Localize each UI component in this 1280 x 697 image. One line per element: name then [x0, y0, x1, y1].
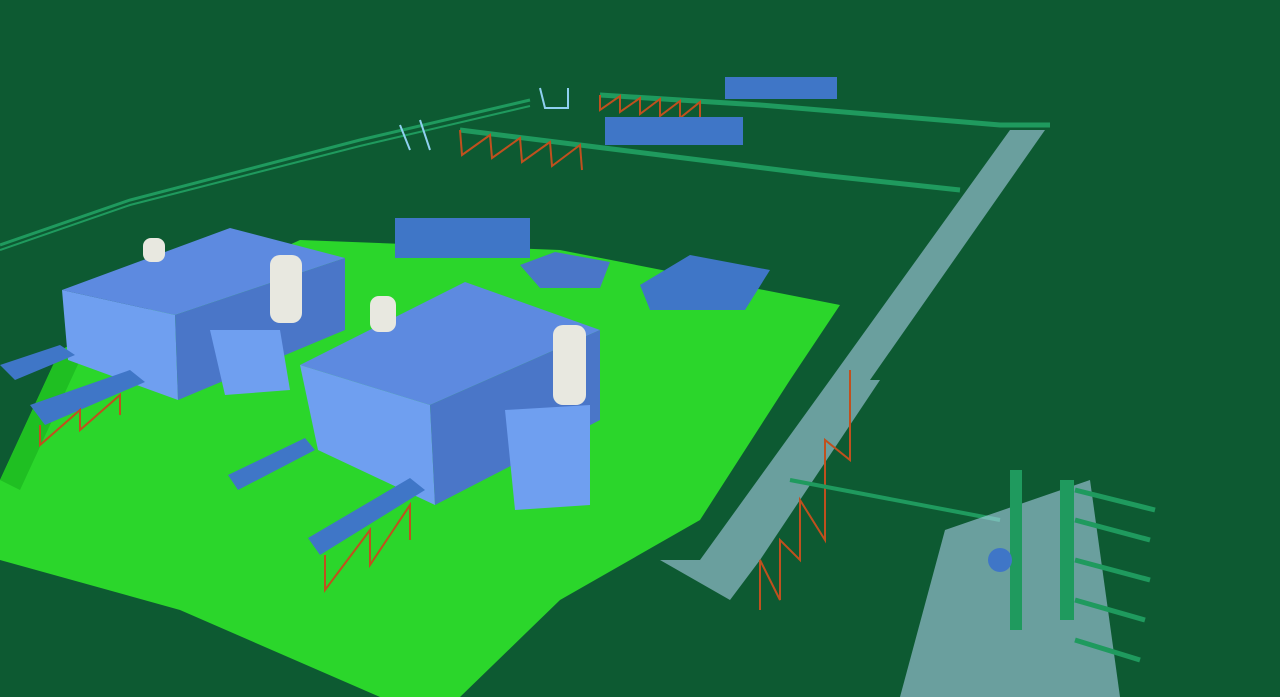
process-unit: [900, 470, 1156, 697]
model-viewport[interactable]: [0, 0, 1280, 697]
cooler-bank: [605, 117, 743, 145]
back-rack-lower: [459, 117, 961, 193]
cooler-bank: [725, 77, 837, 99]
cooler-bank: [395, 218, 530, 258]
plant-3d-model: [0, 77, 1156, 697]
